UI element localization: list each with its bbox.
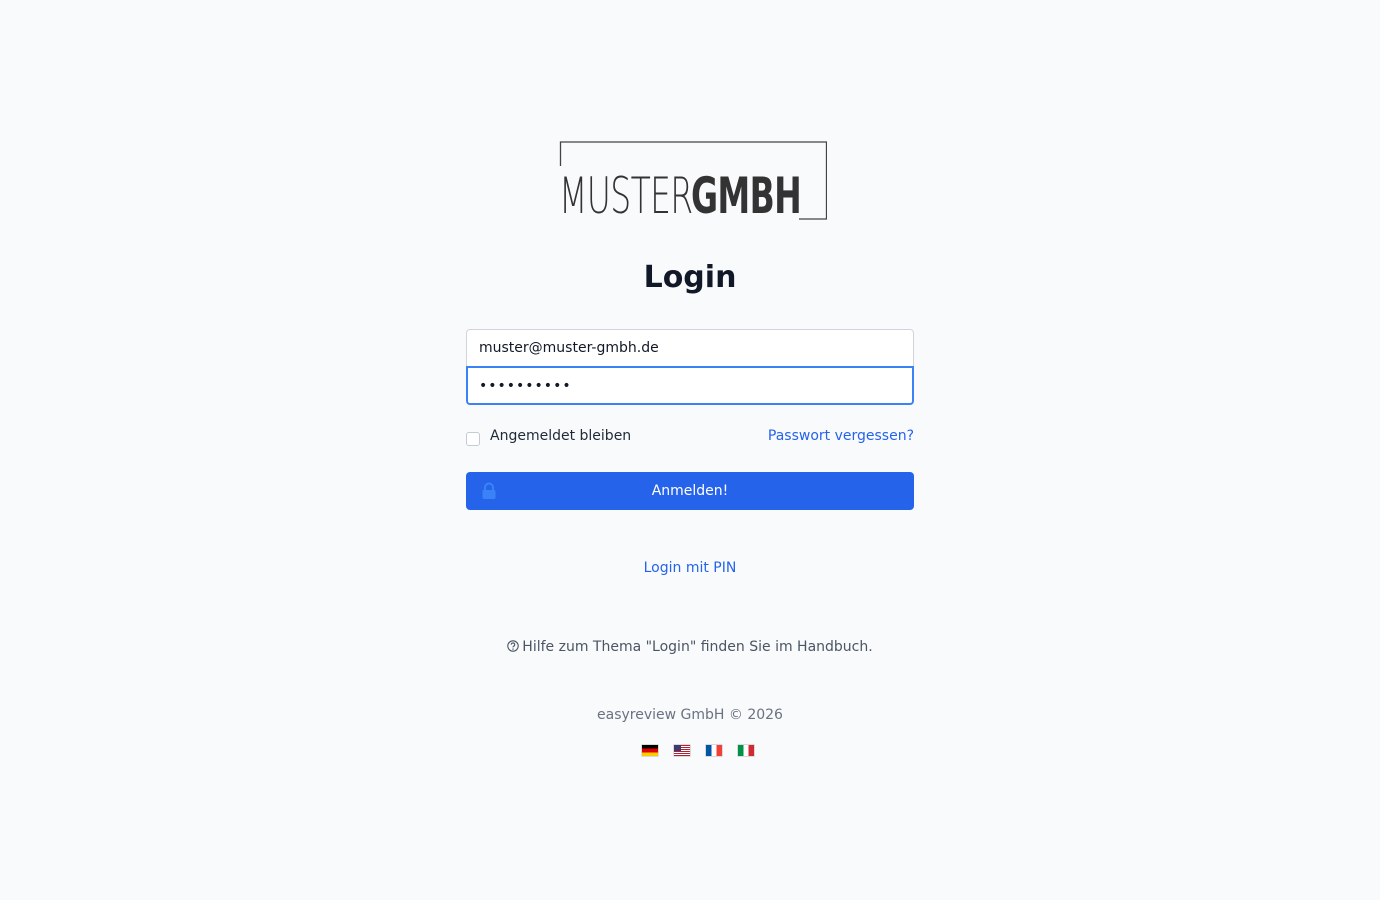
remember-row: Angemeldet bleiben Passwort vergessen? [466, 427, 914, 449]
help-text: Hilfe zum Thema "Login" finden Sie im Ha… [440, 639, 940, 655]
copyright-text: easyreview GmbH © 2026 [597, 707, 783, 723]
login-submit-button[interactable]: Anmelden! [466, 472, 914, 510]
email-input[interactable] [466, 329, 914, 366]
pin-login-link[interactable]: Login mit PIN [466, 560, 914, 576]
flag-fr-icon[interactable] [706, 745, 722, 756]
flag-it-icon[interactable] [738, 745, 754, 756]
logo-text-light: MUSTER [559, 167, 693, 225]
remember-label[interactable]: Angemeldet bleiben [490, 428, 631, 444]
login-form [466, 329, 914, 405]
page-title: Login [643, 260, 737, 295]
language-switcher [642, 745, 754, 757]
lock-icon [482, 482, 496, 499]
forgot-password-link[interactable]: Passwort vergessen? [768, 428, 914, 444]
company-logo: MUSTER GMBH [559, 141, 827, 225]
submit-label: Anmelden! [651, 483, 729, 499]
logo-wordmark: MUSTER GMBH [559, 163, 802, 225]
remember-checkbox[interactable] [466, 432, 480, 446]
question-circle-icon [507, 640, 520, 652]
help-message: Hilfe zum Thema "Login" finden Sie im Ha… [522, 639, 873, 655]
login-page: MUSTER GMBH Login Angemeldet bleiben Pas… [0, 0, 1380, 900]
flag-us-icon[interactable] [674, 745, 690, 756]
logo-text-bold: GMBH [691, 167, 802, 225]
flag-de-icon[interactable] [642, 745, 658, 756]
password-input[interactable] [466, 366, 914, 405]
